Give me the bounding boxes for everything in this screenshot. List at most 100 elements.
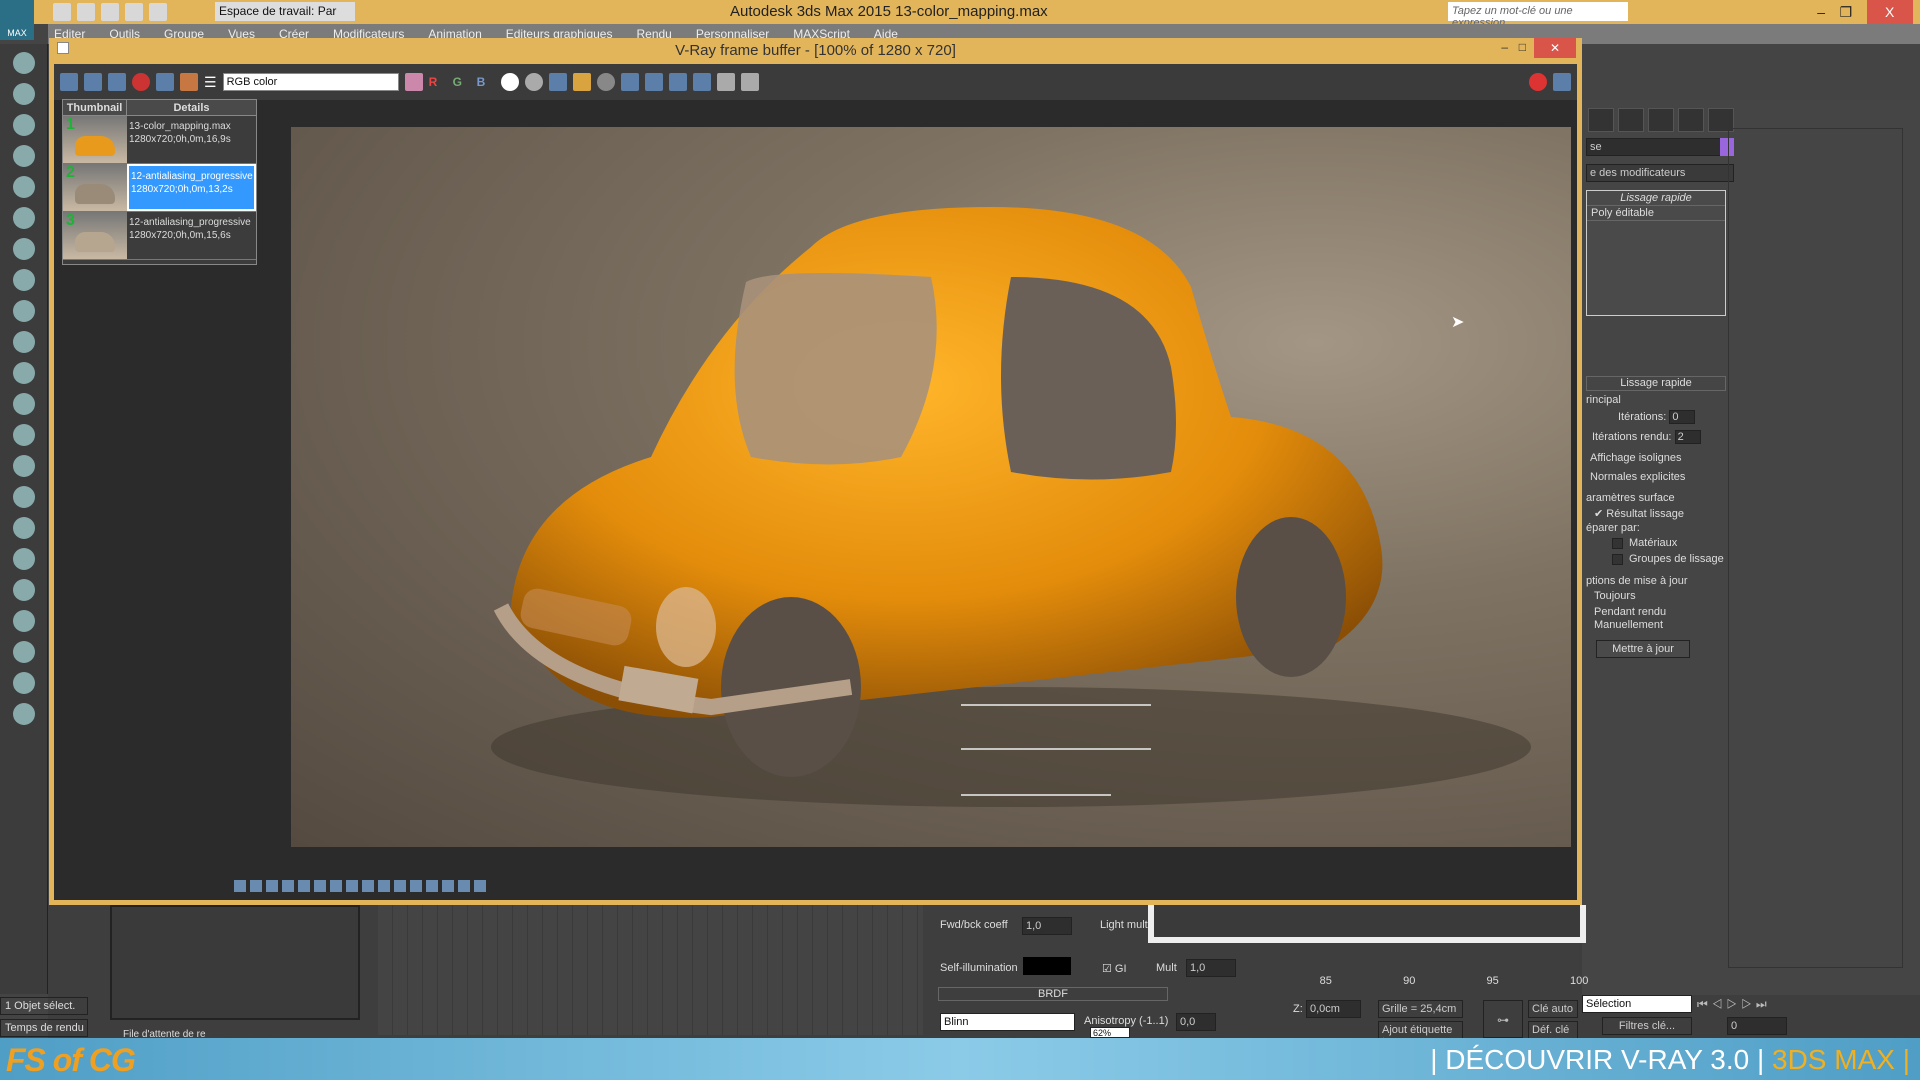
color-channels-icon[interactable] xyxy=(404,73,423,91)
blue-channel-button[interactable]: B xyxy=(477,75,495,89)
menu-icon[interactable]: ☰ xyxy=(204,74,217,91)
alpha-icon[interactable] xyxy=(500,73,519,91)
render-teapot-icon[interactable] xyxy=(668,73,687,91)
modifier-list-dropdown[interactable]: e des modificateurs xyxy=(1586,164,1734,182)
tool-icon[interactable] xyxy=(12,393,35,415)
ab-horizontal-icon[interactable] xyxy=(716,73,735,91)
tool-icon[interactable] xyxy=(12,269,35,291)
maximize-button[interactable]: ❐ xyxy=(1840,4,1853,21)
ab-vertical-icon[interactable] xyxy=(740,73,759,91)
tool-icon[interactable] xyxy=(12,517,35,539)
mono-icon[interactable] xyxy=(524,73,543,91)
undo-icon[interactable] xyxy=(125,3,143,21)
tool-icon[interactable] xyxy=(12,455,35,477)
tool-icon[interactable] xyxy=(12,548,35,570)
stop-render-icon[interactable] xyxy=(1529,73,1547,91)
tool-icon[interactable] xyxy=(298,880,310,892)
motion-tab[interactable] xyxy=(1648,108,1674,132)
explicit-normals-checkbox[interactable]: Normales explicites xyxy=(1590,471,1685,483)
tool-icon[interactable] xyxy=(12,331,35,353)
stack-item-lissage-rapide[interactable]: Lissage rapide xyxy=(1587,191,1725,206)
clear-icon[interactable] xyxy=(132,73,150,91)
history-item[interactable]: 1 13-color_mapping.max 1280x720;0h,0m,16,9… xyxy=(63,116,256,164)
channel-dropdown[interactable]: RGB color xyxy=(222,73,399,91)
tool-icon[interactable] xyxy=(12,424,35,446)
brdf-rollout[interactable]: BRDF xyxy=(938,987,1168,1001)
load-image-icon[interactable] xyxy=(548,73,567,91)
always-radio[interactable]: Toujours xyxy=(1594,590,1636,602)
workspace-dropdown[interactable]: Espace de travail: Par xyxy=(215,2,355,21)
save-all-icon[interactable] xyxy=(108,73,126,91)
vfb-minimize-button[interactable]: – xyxy=(1501,40,1508,54)
history-item[interactable]: 3 12-antialiasing_progressive 1280x720;0h,… xyxy=(63,212,256,260)
follow-mouse-icon[interactable] xyxy=(644,73,663,91)
tool-icon[interactable] xyxy=(474,880,486,892)
display-tab[interactable] xyxy=(1678,108,1704,132)
tool-icon[interactable] xyxy=(12,672,35,694)
tool-icon[interactable] xyxy=(250,880,262,892)
render-iterations-spinner[interactable]: 2 xyxy=(1674,430,1701,444)
gi-checkbox[interactable]: ☑ GI xyxy=(1102,962,1127,975)
tool-icon[interactable] xyxy=(12,641,35,663)
rendered-image[interactable]: ➤ xyxy=(291,127,1571,847)
modify-tab[interactable] xyxy=(1588,108,1614,132)
update-button[interactable]: Mettre à jour xyxy=(1596,640,1690,658)
z-coordinate-field[interactable]: 0,0cm xyxy=(1306,1000,1361,1018)
save-image-icon[interactable] xyxy=(84,73,102,91)
tool-icon[interactable] xyxy=(234,880,246,892)
fwd-coeff-spinner[interactable]: 1,0 xyxy=(1022,917,1072,935)
redo-icon[interactable] xyxy=(149,3,167,21)
mult-spinner[interactable]: 1,0 xyxy=(1186,959,1236,977)
close-button[interactable]: X xyxy=(1866,0,1913,24)
tool-icon[interactable] xyxy=(12,114,35,136)
render-icon[interactable] xyxy=(1553,73,1571,91)
power-icon[interactable] xyxy=(60,73,78,91)
selection-set-dropdown[interactable]: Sélection xyxy=(1582,995,1692,1013)
vfb-close-button[interactable]: ✕ xyxy=(1534,38,1576,58)
smoothing-groups-checkbox[interactable]: Groupes de lissage xyxy=(1612,553,1724,565)
region-icon[interactable] xyxy=(620,73,639,91)
brdf-type-dropdown[interactable]: Blinn xyxy=(940,1013,1075,1031)
help-icon[interactable] xyxy=(12,703,35,725)
compare-icon[interactable] xyxy=(692,73,711,91)
tool-icon[interactable] xyxy=(394,880,406,892)
tool-icon[interactable] xyxy=(330,880,342,892)
zoom-dropdown[interactable]: 62% xyxy=(1090,1027,1130,1038)
object-name-field[interactable]: se xyxy=(1586,138,1726,156)
auto-key-button[interactable]: Clé auto xyxy=(1528,1000,1578,1018)
save-icon[interactable] xyxy=(101,3,119,21)
tool-icon[interactable] xyxy=(426,880,438,892)
tool-icon[interactable] xyxy=(12,362,35,384)
when-rendering-radio[interactable]: Pendant rendu xyxy=(1594,606,1666,618)
key-icon[interactable]: ⊶ xyxy=(1483,1000,1523,1038)
history-item[interactable]: 2 12-antialiasing_progressive 1280x720;0h,… xyxy=(63,164,256,212)
open-folder-icon[interactable] xyxy=(572,73,591,91)
help-search-input[interactable]: Tapez un mot-clé ou une expression xyxy=(1448,2,1628,29)
tool-icon[interactable] xyxy=(12,83,35,105)
open-file-icon[interactable] xyxy=(77,3,95,21)
playback-buttons[interactable]: ⏮◁▷▷⏭ xyxy=(1697,997,1771,1012)
add-time-tag-button[interactable]: Ajout étiquette tps xyxy=(1378,1021,1463,1048)
green-channel-button[interactable]: G xyxy=(453,75,471,89)
vfb-maximize-button[interactable]: □ xyxy=(1519,40,1526,54)
anisotropy-spinner[interactable]: 0,0 xyxy=(1176,1013,1216,1031)
tool-icon[interactable] xyxy=(12,300,35,322)
current-frame-field[interactable]: 0 xyxy=(1727,1017,1787,1035)
red-channel-button[interactable]: R xyxy=(429,75,447,89)
tool-icon[interactable] xyxy=(12,207,35,229)
clear-history-icon[interactable] xyxy=(596,73,615,91)
key-filters-button[interactable]: Filtres clé... xyxy=(1602,1017,1692,1035)
tool-icon[interactable] xyxy=(410,880,422,892)
max-logo-button[interactable]: MAX xyxy=(0,0,34,40)
smooth-result-checkbox[interactable]: ✔ Résultat lissage xyxy=(1594,507,1684,520)
minimize-button[interactable]: – xyxy=(1817,4,1825,20)
tool-icon[interactable] xyxy=(442,880,454,892)
manually-radio[interactable]: Manuellement xyxy=(1594,619,1663,631)
tool-icon[interactable] xyxy=(362,880,374,892)
set-key-button[interactable]: Déf. clé xyxy=(1528,1021,1578,1039)
rollout-title[interactable]: Lissage rapide xyxy=(1586,376,1726,391)
tool-icon[interactable] xyxy=(458,880,470,892)
materials-checkbox[interactable]: Matériaux xyxy=(1612,537,1677,549)
tool-icon[interactable] xyxy=(12,145,35,167)
tool-icon[interactable] xyxy=(12,486,35,508)
